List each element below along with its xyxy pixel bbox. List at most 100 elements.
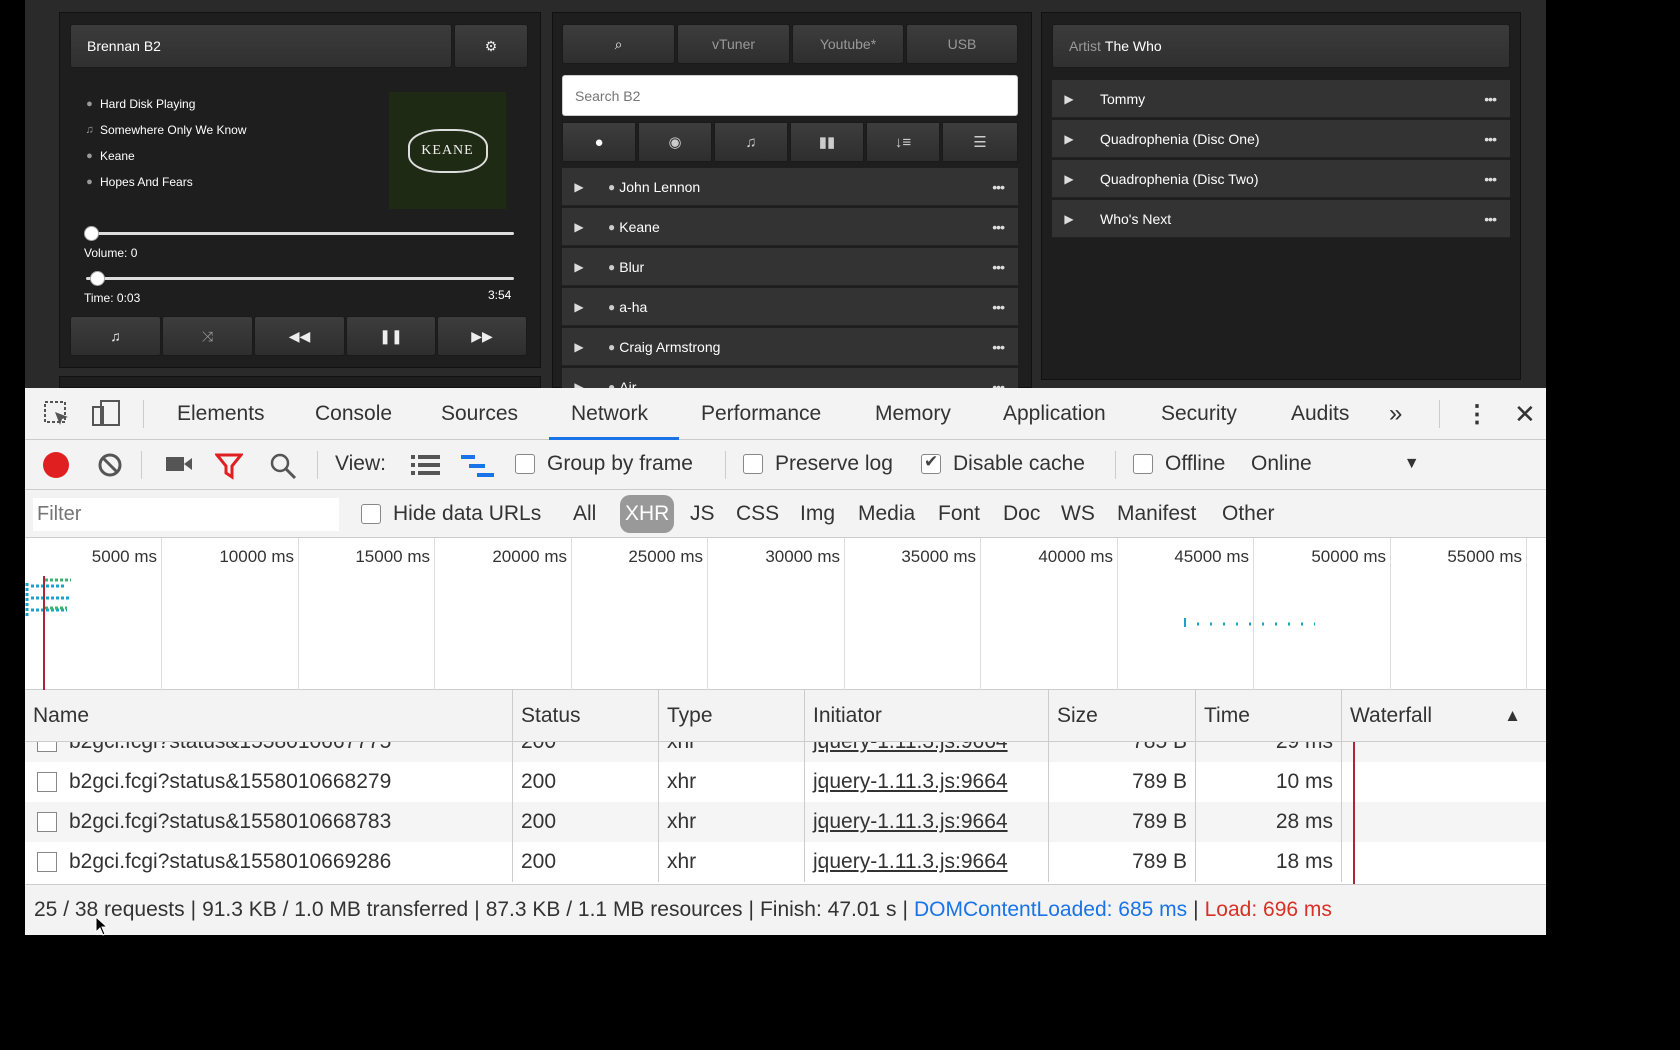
previous-button[interactable]: ◀◀ [254,316,345,356]
search-button[interactable] [269,452,297,480]
column-size[interactable]: Size [1049,690,1196,742]
tab-application[interactable]: Application [1003,388,1106,440]
initiator-link[interactable]: jquery-1.11.3.js:9664 [805,762,1049,802]
tab-performance[interactable]: Performance [701,388,821,440]
play-icon[interactable]: ▶ [564,300,594,314]
browse-artists-tab[interactable]: ● [562,122,636,162]
more-icon[interactable]: ••• [1484,131,1497,147]
source-tab-youtube[interactable]: Youtube* [792,24,904,64]
initiator-link[interactable]: jquery-1.11.3.js:9664 [805,802,1049,842]
filter-type-font[interactable]: Font [938,490,980,538]
initiator-link[interactable]: jquery-1.11.3.js:9664 [805,742,1049,762]
table-row[interactable]: b2gci.fcgi?status&1558010667775 200 xhr … [25,742,1546,762]
filter-type-other[interactable]: Other [1222,490,1275,538]
browse-songs-tab[interactable]: ♫ [714,122,788,162]
progress-slider[interactable] [86,271,514,286]
browse-sort-tab[interactable]: ↓≡ [866,122,940,162]
queue-button[interactable]: ♫ [70,316,161,356]
search-input[interactable] [562,75,1018,116]
browse-charts-tab[interactable]: ▮▮ [790,122,864,162]
filter-type-media[interactable]: Media [858,490,915,538]
play-icon[interactable]: ▶ [1054,132,1084,146]
album-item[interactable]: ▶ Quadrophenia (Disc One) ••• [1052,120,1510,158]
kebab-menu-icon[interactable]: ⋮ [1465,388,1489,440]
checkbox-checked[interactable] [921,452,941,474]
offline-checkbox[interactable]: Offline [1133,452,1225,476]
next-button[interactable]: ▶▶ [437,316,527,356]
column-name[interactable]: Name [25,690,513,742]
list-item[interactable]: ▶ ● John Lennon ••• [562,168,1018,206]
play-icon[interactable]: ▶ [1054,92,1084,106]
tab-elements[interactable]: Elements [177,388,265,440]
more-icon[interactable]: ••• [992,219,1005,235]
source-tab-usb[interactable]: USB [906,24,1018,64]
column-time[interactable]: Time [1196,690,1342,742]
checkbox[interactable] [743,454,763,474]
filter-type-img[interactable]: Img [800,490,835,538]
more-icon[interactable]: ••• [992,179,1005,195]
play-icon[interactable]: ▶ [564,180,594,194]
album-item[interactable]: ▶ Who's Next ••• [1052,200,1510,238]
filter-type-xhr[interactable]: XHR [620,495,675,533]
filter-toggle-button[interactable] [215,452,243,480]
filter-type-css[interactable]: CSS [736,490,779,538]
waterfall-view-button[interactable] [461,454,495,478]
list-item[interactable]: ▶ ● a-ha ••• [562,288,1018,326]
browse-albums-tab[interactable]: ◉ [638,122,712,162]
volume-knob[interactable] [84,226,99,241]
inspect-element-icon[interactable] [43,400,71,428]
screenshot-button[interactable] [165,453,193,475]
browse-list-tab[interactable]: ☰ [942,122,1018,162]
record-button[interactable] [43,452,69,478]
network-overview[interactable]: 5000 ms 10000 ms 15000 ms 20000 ms 25000… [25,538,1546,690]
more-icon[interactable]: ••• [1484,171,1497,187]
source-tab-vtuner[interactable]: vTuner [677,24,790,64]
settings-button[interactable]: ⚙ [454,24,528,68]
shuffle-button[interactable]: ⤨ [162,316,253,356]
play-icon[interactable]: ▶ [564,380,594,389]
tab-console[interactable]: Console [315,388,392,440]
play-icon[interactable]: ▶ [564,220,594,234]
checkbox[interactable] [361,504,381,524]
clear-button[interactable] [97,452,123,478]
tab-memory[interactable]: Memory [875,388,951,440]
play-icon[interactable]: ▶ [564,340,594,354]
column-initiator[interactable]: Initiator [805,690,1049,742]
more-icon[interactable]: ••• [992,339,1005,355]
zone-name[interactable]: Brennan B2 [70,24,452,68]
more-icon[interactable]: ••• [992,299,1005,315]
table-row[interactable]: b2gci.fcgi?status&1558010668279 200 xhr … [25,762,1546,802]
throttling-select[interactable]: Online ▼ [1251,452,1420,476]
close-icon[interactable]: ✕ [1514,388,1536,440]
play-icon[interactable]: ▶ [1054,172,1084,186]
list-item[interactable]: ▶ ● Keane ••• [562,208,1018,246]
checkbox[interactable] [515,454,535,474]
filter-type-js[interactable]: JS [690,490,715,538]
play-icon[interactable]: ▶ [1054,212,1084,226]
tab-network[interactable]: Network [571,388,648,440]
filter-input[interactable] [33,498,339,531]
table-row[interactable]: b2gci.fcgi?status&1558010669286 200 xhr … [25,842,1546,882]
volume-slider[interactable] [84,226,514,241]
column-type[interactable]: Type [659,690,805,742]
pause-button[interactable]: ❚❚ [346,316,436,356]
more-icon[interactable]: ••• [992,259,1005,275]
album-item[interactable]: ▶ Tommy ••• [1052,80,1510,118]
more-icon[interactable]: ••• [1484,211,1497,227]
more-icon[interactable]: ••• [1484,91,1497,107]
column-status[interactable]: Status [513,690,659,742]
list-view-button[interactable] [411,454,441,476]
filter-type-ws[interactable]: WS [1061,490,1095,538]
search-tab[interactable]: ⌕ [562,24,675,64]
filter-type-all[interactable]: All [573,490,596,538]
list-item[interactable]: ▶ ● Blur ••• [562,248,1018,286]
more-tabs-icon[interactable]: » [1389,388,1402,440]
play-icon[interactable]: ▶ [564,260,594,274]
preserve-log-checkbox[interactable]: Preserve log [743,452,893,476]
tab-security[interactable]: Security [1161,388,1237,440]
filter-type-doc[interactable]: Doc [1003,490,1040,538]
hide-data-urls-checkbox[interactable]: Hide data URLs [361,490,541,538]
table-row[interactable]: b2gci.fcgi?status&1558010668783 200 xhr … [25,802,1546,842]
list-item[interactable]: ▶ ● Craig Armstrong ••• [562,328,1018,366]
progress-knob[interactable] [90,271,105,286]
